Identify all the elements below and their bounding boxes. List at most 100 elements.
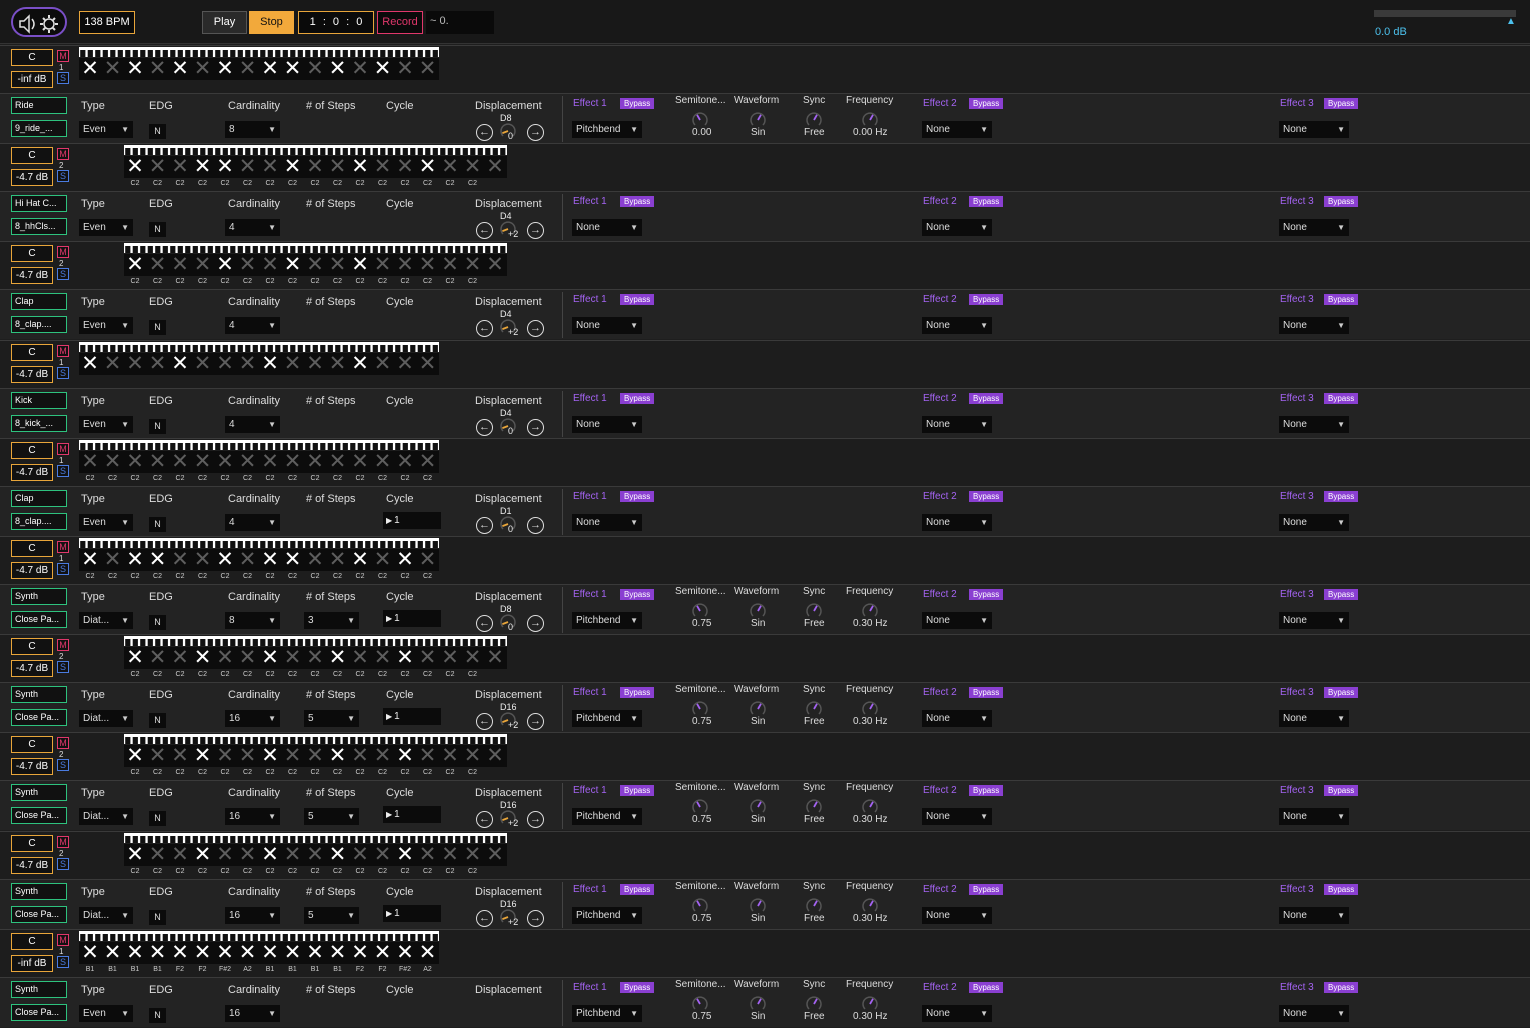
cardinality-select[interactable]: 4 ▼	[225, 219, 280, 237]
cardinality-select[interactable]: 8 ▼	[225, 612, 280, 629]
solo-button[interactable]: S	[57, 464, 69, 477]
effect1-bypass-button[interactable]: Bypass	[620, 589, 655, 600]
effect3-bypass-button[interactable]: Bypass	[1324, 196, 1359, 208]
step-off-icon[interactable]: ✕	[147, 843, 169, 866]
arrow-right-icon[interactable]: →	[527, 811, 544, 829]
sample-name[interactable]: Close Pa...	[11, 1003, 67, 1021]
step-off-icon[interactable]: ✕	[304, 156, 326, 178]
step-off-icon[interactable]: ✕	[192, 352, 214, 375]
cardinality-select[interactable]: 8 ▼	[225, 121, 280, 138]
effect3-bypass-button[interactable]: Bypass	[1324, 490, 1359, 502]
type-select[interactable]: Even ▼	[79, 415, 133, 433]
step-off-icon[interactable]: ✕	[147, 647, 169, 669]
step-off-icon[interactable]: ✕	[462, 745, 484, 767]
piano-keys[interactable]	[79, 538, 439, 548]
step-on-icon[interactable]: ✕	[394, 549, 416, 571]
step-off-icon[interactable]: ✕	[259, 450, 281, 473]
step-off-icon[interactable]: ✕	[259, 156, 281, 178]
effect1-select[interactable]: Pitchbend ▼	[572, 710, 642, 728]
edg-toggle[interactable]: N	[149, 516, 166, 532]
steps-select[interactable]: 5 ▼	[304, 808, 359, 826]
piano-keys[interactable]	[79, 47, 439, 57]
arrow-right-icon[interactable]: →	[527, 516, 544, 534]
step-off-icon[interactable]: ✕	[147, 745, 169, 767]
step-on-icon[interactable]: ✕	[147, 941, 169, 964]
type-select[interactable]: Even ▼	[79, 317, 133, 335]
effect1-select[interactable]: Pitchbend ▼	[572, 808, 642, 826]
step-on-icon[interactable]: ✕	[214, 58, 236, 80]
mute-button[interactable]: M	[57, 344, 69, 357]
step-on-icon[interactable]: ✕	[282, 254, 304, 276]
step-off-icon[interactable]: ✕	[237, 254, 259, 276]
track-volume-field[interactable]: -inf dB	[11, 71, 53, 88]
steps-select[interactable]: 3 ▼	[304, 612, 359, 629]
step-off-icon[interactable]: ✕	[282, 647, 304, 669]
arrow-left-icon[interactable]: ←	[476, 124, 493, 141]
edg-toggle[interactable]: N	[149, 1007, 166, 1023]
step-on-icon[interactable]: ✕	[349, 549, 371, 571]
step-on-icon[interactable]: ✕	[214, 254, 236, 276]
step-off-icon[interactable]: ✕	[372, 549, 394, 571]
track-volume-field[interactable]: -4.7 dB	[11, 365, 53, 383]
type-select[interactable]: Even ▼	[79, 121, 133, 138]
instrument-name[interactable]: Synth	[11, 784, 67, 802]
step-off-icon[interactable]: ✕	[102, 450, 124, 473]
step-on-icon[interactable]: ✕	[124, 254, 146, 276]
step-off-icon[interactable]: ✕	[192, 254, 214, 276]
step-off-icon[interactable]: ✕	[304, 450, 326, 473]
step-off-icon[interactable]: ✕	[484, 745, 506, 767]
track-volume-field[interactable]: -4.7 dB	[11, 169, 53, 187]
root-note-field[interactable]: C	[11, 441, 53, 459]
effect1-bypass-button[interactable]: Bypass	[620, 883, 655, 895]
step-on-icon[interactable]: ✕	[214, 156, 236, 178]
step-on-icon[interactable]: ✕	[124, 647, 146, 669]
step-off-icon[interactable]: ✕	[327, 156, 349, 178]
step-off-icon[interactable]: ✕	[327, 450, 349, 473]
step-off-icon[interactable]: ✕	[304, 745, 326, 767]
step-off-icon[interactable]: ✕	[147, 156, 169, 178]
effect1-select[interactable]: Pitchbend ▼	[572, 612, 642, 629]
arrow-left-icon[interactable]: ←	[476, 320, 493, 338]
step-off-icon[interactable]: ✕	[304, 58, 326, 80]
step-off-icon[interactable]: ✕	[102, 352, 124, 375]
effect1-select[interactable]: Pitchbend ▼	[572, 121, 642, 138]
step-on-icon[interactable]: ✕	[192, 941, 214, 964]
type-select[interactable]: Diat... ▼	[79, 906, 133, 924]
effect1-bypass-button[interactable]: Bypass	[620, 687, 655, 699]
solo-button[interactable]: S	[57, 857, 69, 870]
step-on-icon[interactable]: ✕	[372, 58, 394, 80]
step-off-icon[interactable]: ✕	[349, 58, 371, 80]
instrument-name[interactable]: Kick	[11, 391, 67, 409]
mute-button[interactable]: M	[57, 50, 69, 62]
step-on-icon[interactable]: ✕	[124, 941, 146, 964]
position-display[interactable]: 1 : 0 : 0	[298, 11, 374, 34]
arrow-right-icon[interactable]: →	[527, 124, 544, 141]
effect2-select[interactable]: None ▼	[922, 1004, 992, 1022]
arrow-left-icon[interactable]: ←	[476, 516, 493, 534]
step-on-icon[interactable]: ✕	[147, 549, 169, 571]
step-on-icon[interactable]: ✕	[259, 549, 281, 571]
step-off-icon[interactable]: ✕	[439, 843, 461, 866]
solo-button[interactable]: S	[57, 170, 69, 183]
step-on-icon[interactable]: ✕	[169, 352, 191, 375]
step-off-icon[interactable]: ✕	[484, 843, 506, 866]
tempo-nudge-display[interactable]: ~ 0.	[426, 11, 494, 34]
mute-button[interactable]: M	[57, 639, 69, 652]
effect1-select[interactable]: Pitchbend ▼	[572, 906, 642, 924]
effect3-bypass-button[interactable]: Bypass	[1324, 785, 1359, 797]
arrow-right-icon[interactable]: →	[527, 222, 544, 240]
mute-button[interactable]: M	[57, 737, 69, 750]
step-off-icon[interactable]: ✕	[259, 254, 281, 276]
step-off-icon[interactable]: ✕	[417, 352, 439, 375]
step-off-icon[interactable]: ✕	[349, 450, 371, 473]
effect2-select[interactable]: None ▼	[922, 513, 992, 531]
sample-name[interactable]: 8_clap....	[11, 316, 67, 334]
step-off-icon[interactable]: ✕	[237, 843, 259, 866]
step-on-icon[interactable]: ✕	[124, 745, 146, 767]
track-volume-field[interactable]: -4.7 dB	[11, 758, 53, 776]
step-on-icon[interactable]: ✕	[214, 549, 236, 571]
step-off-icon[interactable]: ✕	[462, 843, 484, 866]
step-off-icon[interactable]: ✕	[372, 843, 394, 866]
cycle-field[interactable]: ▶ 1	[383, 610, 441, 627]
step-on-icon[interactable]: ✕	[259, 941, 281, 964]
